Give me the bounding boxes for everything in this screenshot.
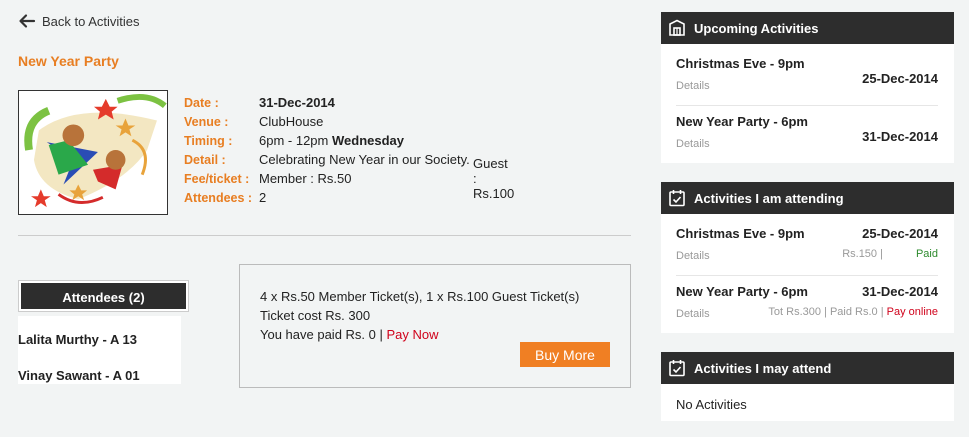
activity-date: 25-Dec-2014: [862, 226, 938, 241]
timing-day: Wednesday: [332, 133, 405, 148]
event-title: New Year Party: [18, 53, 119, 69]
attendees-list: Lalita Murthy - A 13 Vinay Sawant - A 01: [18, 316, 181, 384]
ticket-summary: 4 x Rs.50 Member Ticket(s), 1 x Rs.100 G…: [239, 264, 631, 388]
building-icon: [669, 19, 685, 36]
may-attend-panel: Activities I may attend No Activities: [661, 352, 954, 421]
activity-name: Christmas Eve - 9pm: [676, 56, 805, 71]
panel-title: Activities I am attending: [694, 190, 844, 206]
date-row: Date : 31-Dec-2014: [184, 93, 470, 112]
fee-guest: Guest : Rs.100: [473, 156, 515, 201]
panel-header: Activities I may attend: [661, 352, 954, 384]
paid-status: Paid: [915, 248, 938, 260]
attendees-label: Attendees :: [184, 190, 253, 205]
activity-item: New Year Party - 6pm 31-Dec-2014 Details: [676, 114, 938, 154]
payment-status: You have paid Rs. 0 | Pay Now: [260, 327, 439, 342]
upcoming-activities-panel: Upcoming Activities Christmas Eve - 9pm …: [661, 12, 954, 163]
details-link[interactable]: Details: [676, 308, 710, 320]
activity-name: New Year Party - 6pm: [676, 284, 808, 299]
separator: [676, 105, 938, 106]
detail-value: Celebrating New Year in our Society.: [259, 152, 470, 167]
attendee-item: Lalita Murthy - A 13: [18, 332, 137, 347]
activity-date: 31-Dec-2014: [862, 284, 938, 299]
ticket-breakdown: 4 x Rs.50 Member Ticket(s), 1 x Rs.100 G…: [260, 289, 580, 304]
divider: [18, 235, 631, 236]
activity-name: Christmas Eve - 9pm: [676, 226, 805, 241]
venue-label: Venue :: [184, 114, 229, 129]
payment-info: Rs.150 | Paid: [842, 248, 938, 260]
activity-name: New Year Party - 6pm: [676, 114, 808, 129]
amount-text: Tot Rs.300 | Paid Rs.0 |: [768, 306, 884, 318]
fee-member: Member : Rs.50: [259, 171, 352, 186]
pay-now-link[interactable]: Pay Now: [386, 327, 438, 342]
attendees-row: Attendees : 2: [184, 188, 470, 207]
panel-header: Activities I am attending: [661, 182, 954, 214]
calendar-check-icon: [669, 360, 685, 377]
activity-item: Christmas Eve - 9pm 25-Dec-2014 Details: [676, 56, 938, 96]
amount-text: Rs.150 |: [842, 248, 883, 260]
pay-online-link[interactable]: Pay online: [887, 306, 938, 318]
back-to-activities-link[interactable]: Back to Activities: [18, 12, 140, 30]
fee-row: Fee/ticket : Member : Rs.50 Guest : Rs.1…: [184, 156, 514, 201]
venue-value: ClubHouse: [259, 114, 324, 129]
details-link[interactable]: Details: [676, 80, 710, 92]
detail-label: Detail :: [184, 152, 226, 167]
activity-item: Christmas Eve - 9pm 25-Dec-2014 Details …: [676, 226, 938, 266]
separator: [676, 275, 938, 276]
attendee-item: Vinay Sawant - A 01: [18, 368, 140, 383]
event-image: [18, 90, 168, 215]
event-details: Date : 31-Dec-2014 Venue : ClubHouse Tim…: [184, 93, 514, 207]
panel-title: Upcoming Activities: [694, 20, 819, 36]
calendar-check-icon: [669, 190, 685, 207]
details-link[interactable]: Details: [676, 250, 710, 262]
paid-text: You have paid Rs. 0 |: [260, 327, 387, 342]
date-label: Date :: [184, 95, 219, 110]
activity-date: 31-Dec-2014: [862, 129, 938, 144]
payment-info: Tot Rs.300 | Paid Rs.0 | Pay online: [768, 306, 938, 318]
attendees-header: Attendees (2): [19, 281, 188, 311]
detail-row: Detail : Celebrating New Year in our Soc…: [184, 150, 470, 169]
timing-value: 6pm - 12pm Wednesday: [259, 133, 404, 148]
details-link[interactable]: Details: [676, 138, 710, 150]
venue-row: Venue : ClubHouse: [184, 112, 470, 131]
back-label: Back to Activities: [42, 13, 140, 29]
timing-label: Timing :: [184, 133, 233, 148]
attendees-count: 2: [259, 190, 267, 205]
activity-date: 25-Dec-2014: [862, 71, 938, 86]
ticket-cost: Ticket cost Rs. 300: [260, 308, 371, 323]
attending-activities-panel: Activities I am attending Christmas Eve …: [661, 182, 954, 333]
fee-label: Fee/ticket :: [184, 171, 250, 186]
date-value: 31-Dec-2014: [259, 95, 335, 110]
timing-row: Timing : 6pm - 12pm Wednesday: [184, 131, 470, 150]
buy-more-button[interactable]: Buy More: [520, 342, 610, 367]
arrow-left-icon: [19, 14, 36, 28]
empty-state-text: No Activities: [676, 397, 747, 412]
timing-hours: 6pm - 12pm: [259, 133, 329, 148]
panel-title: Activities I may attend: [694, 360, 832, 376]
activity-item: New Year Party - 6pm 31-Dec-2014 Details…: [676, 284, 938, 324]
panel-header: Upcoming Activities: [661, 12, 954, 44]
